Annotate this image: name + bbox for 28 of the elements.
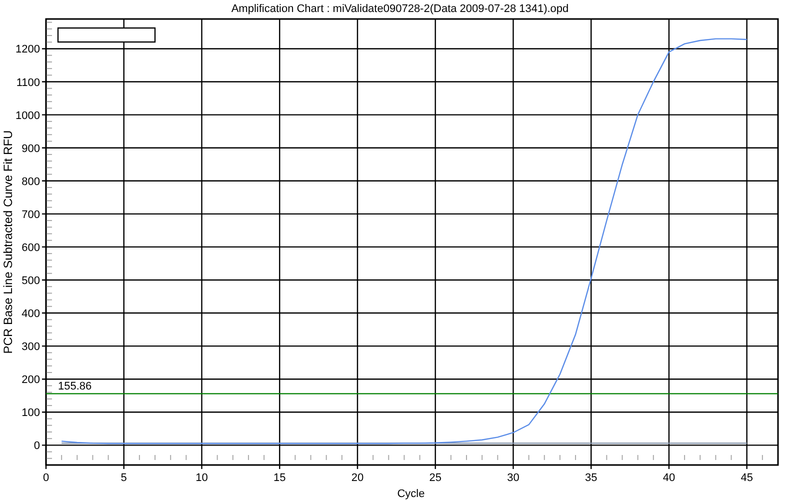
x-tick-label: 45 bbox=[740, 472, 753, 484]
x-tick-label: 25 bbox=[429, 472, 442, 484]
x-tick-label: 15 bbox=[274, 472, 286, 484]
y-tick-label: 1000 bbox=[16, 110, 40, 122]
threshold-value: 155.86 bbox=[58, 380, 92, 393]
y-tick-label: 1100 bbox=[16, 76, 40, 89]
y-tick-label: 300 bbox=[22, 341, 40, 354]
x-axis-title: Cycle bbox=[397, 488, 425, 500]
y-tick-label: 700 bbox=[22, 208, 40, 221]
y-tick-label: 200 bbox=[22, 374, 40, 386]
x-tick-label: 40 bbox=[662, 472, 676, 484]
y-tick-label: 1200 bbox=[16, 44, 40, 56]
chart-title: Amplification Chart : miValidate090728-2(Data 2009-07-28 1341).opd bbox=[231, 3, 569, 15]
x-tick-label: 10 bbox=[196, 472, 208, 484]
y-tick-label: 0 bbox=[34, 440, 40, 452]
y-tick-label: 800 bbox=[22, 176, 40, 188]
x-tick-label: 0 bbox=[42, 472, 50, 484]
x-tick-label: 5 bbox=[120, 472, 127, 484]
x-tick-label: 30 bbox=[507, 472, 520, 484]
y-tick-label: 500 bbox=[22, 275, 40, 287]
y-tick-label: 600 bbox=[22, 242, 40, 254]
x-tick-label: 20 bbox=[351, 472, 364, 484]
y-axis-title: PCR Base Line Subtracted Curve Fit RFU bbox=[1, 130, 15, 354]
threshold-line[interactable] bbox=[46, 393, 778, 394]
y-tick-label: 900 bbox=[22, 142, 40, 155]
y-tick-label: 400 bbox=[22, 308, 40, 320]
y-tick-label: 100 bbox=[22, 407, 40, 420]
x-tick-label: 35 bbox=[584, 472, 598, 484]
